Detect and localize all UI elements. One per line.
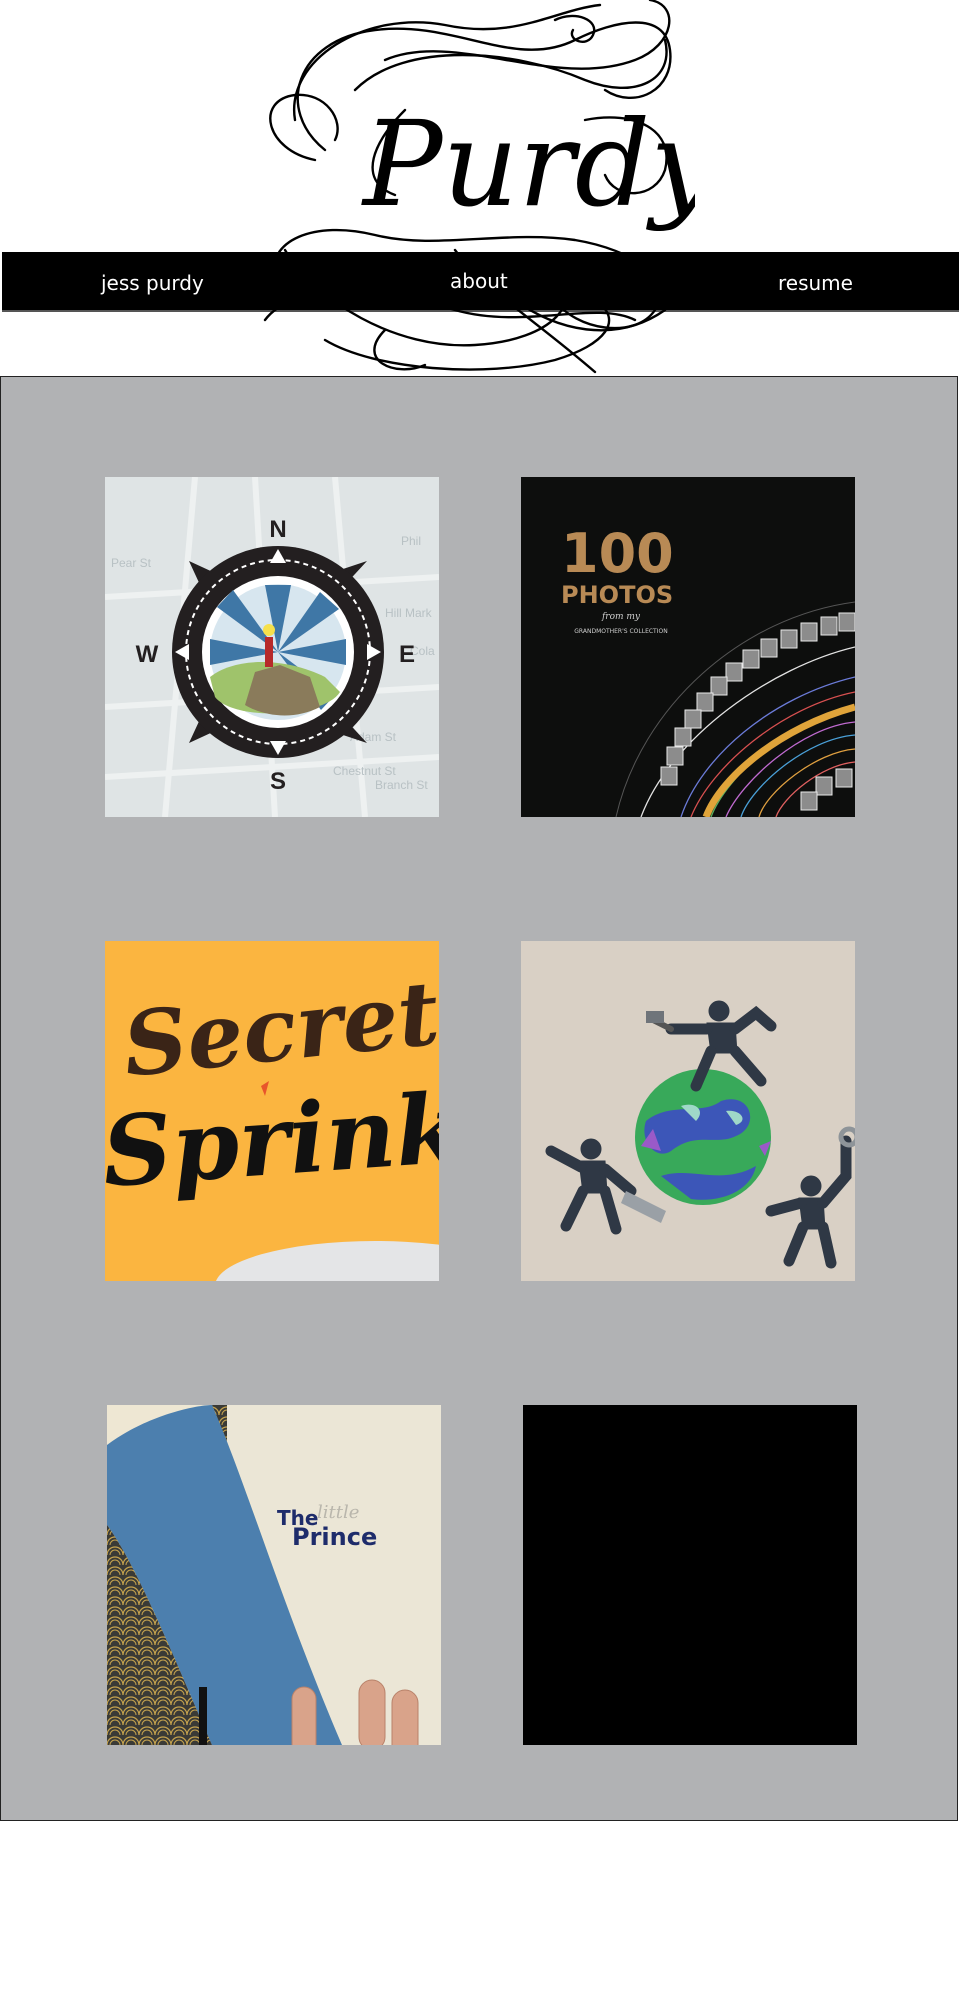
svg-text:100: 100 [561,522,674,585]
svg-text:Pear St: Pear St [111,556,152,570]
svg-text:GRANDMOTHER'S COLLECTION: GRANDMOTHER'S COLLECTION [574,628,667,635]
svg-text:PHOTOS: PHOTOS [561,581,673,609]
svg-text:N: N [269,516,286,543]
svg-text:W: W [136,641,159,668]
svg-text:E: E [399,641,415,668]
svg-text:Branch St: Branch St [375,778,428,792]
portfolio-item-clay-globe[interactable] [521,941,855,1281]
nav-about-link[interactable]: about [450,252,508,310]
portfolio-item-black[interactable] [523,1405,857,1745]
svg-text:little: little [317,1502,359,1523]
portfolio-grid: Phil Adam St Chestnut St Branch St Pear … [0,376,958,1821]
portfolio-item-compass[interactable]: Phil Adam St Chestnut St Branch St Pear … [105,477,439,817]
svg-text:Prince: Prince [292,1523,377,1551]
nav-home-link[interactable]: jess purdy [101,254,204,312]
svg-text:Phil: Phil [401,534,421,548]
svg-text:Purdy: Purdy [361,95,695,233]
svg-text:from my: from my [601,612,641,622]
svg-text:Hill Mark: Hill Mark [385,606,433,620]
portfolio-item-100-photos[interactable]: 100 PHOTOS from my GRANDMOTHER'S COLLECT… [521,477,855,817]
purdy-logo: Purdy [263,0,695,374]
svg-text:S: S [270,768,286,795]
svg-text:Chestnut St: Chestnut St [333,764,396,778]
portfolio-item-little-prince[interactable]: The little Prince [107,1405,441,1745]
nav-resume-link[interactable]: resume [778,254,853,312]
portfolio-item-secret-sprinkle[interactable]: Secret Sprinkle [105,941,439,1281]
